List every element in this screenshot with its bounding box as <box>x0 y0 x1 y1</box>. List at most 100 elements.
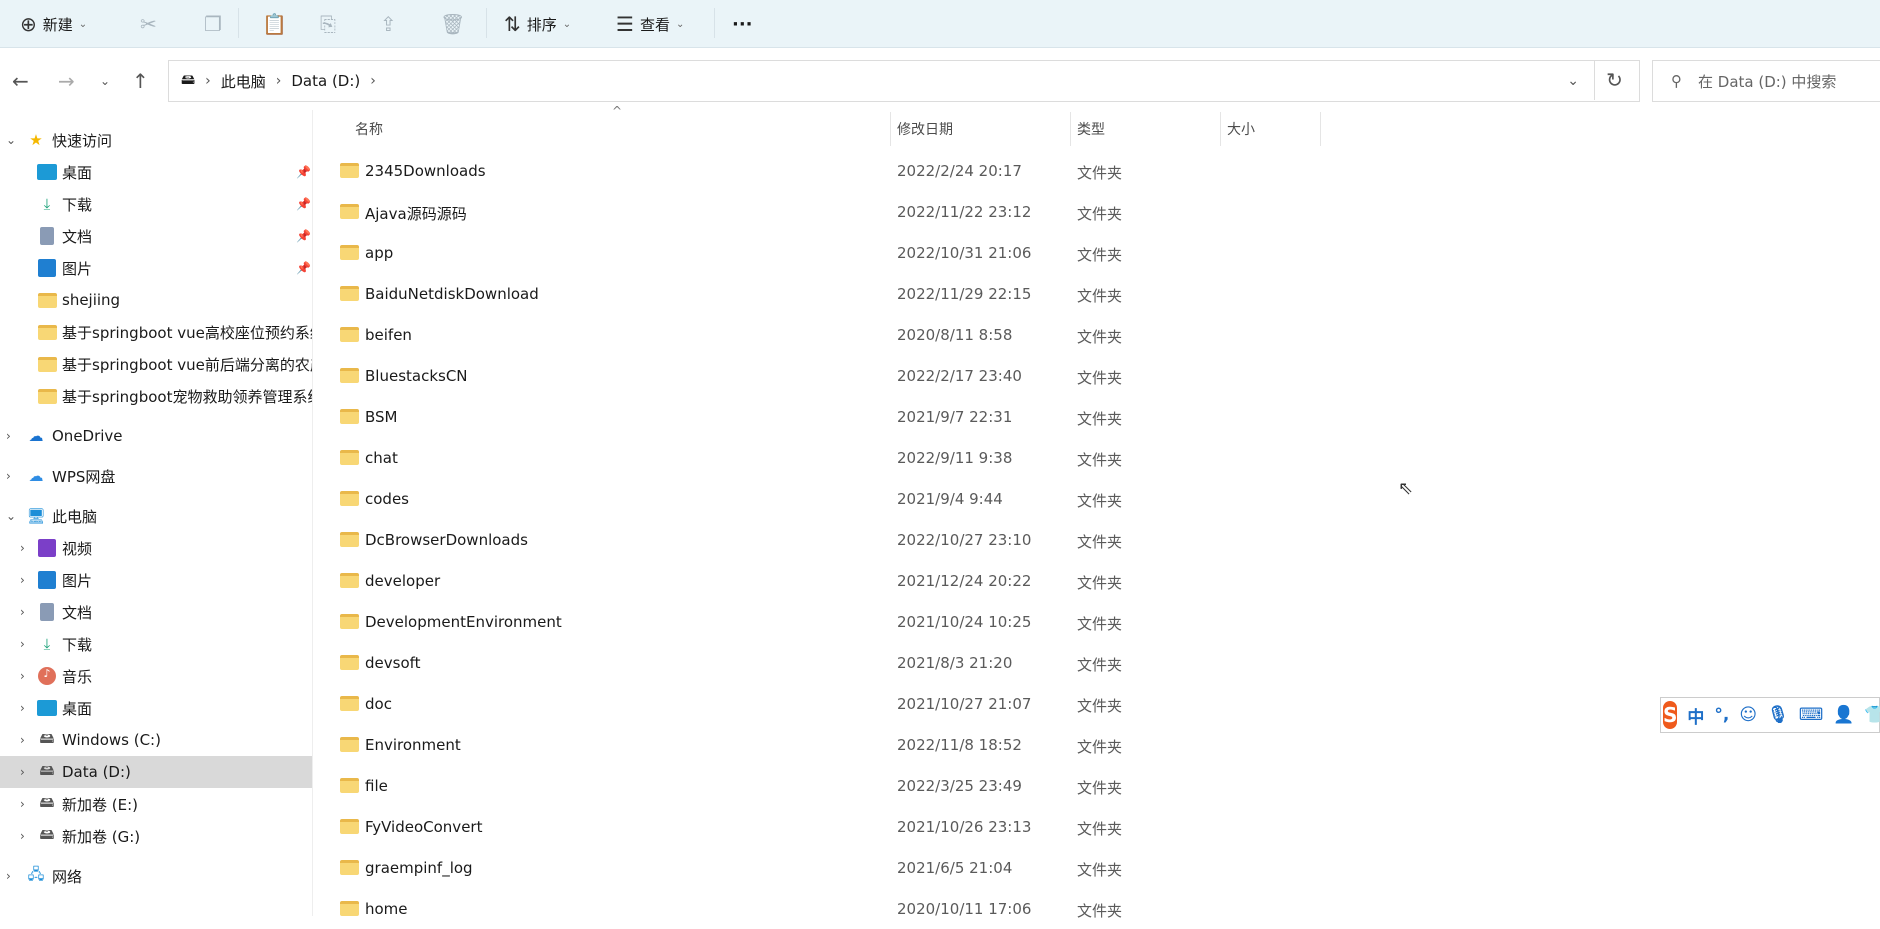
file-row[interactable]: graempinf_log 2021/6/5 21:04 文件夹 <box>330 847 1330 888</box>
breadcrumb-this-pc[interactable]: 此电脑 <box>221 71 266 92</box>
folder-icon <box>37 324 57 340</box>
chevron-right-icon[interactable]: › <box>20 541 25 555</box>
chevron-right-icon[interactable]: › <box>20 637 25 651</box>
sidebar-item-drive-e[interactable]: › 🖴 新加卷 (E:) <box>0 788 312 820</box>
sidebar-item-folder[interactable]: 基于springboot宠物救助领养管理系统 <box>0 380 312 412</box>
file-row[interactable]: BaiduNetdiskDownload 2022/11/29 22:15 文件… <box>330 273 1330 314</box>
pin-icon[interactable]: 📌 <box>296 197 311 211</box>
column-divider[interactable] <box>890 112 891 146</box>
sidebar-this-pc[interactable]: ⌄ 🖥 此电脑 <box>0 500 312 532</box>
sidebar-item-videos[interactable]: › 视频 <box>0 532 312 564</box>
sidebar-item-documents[interactable]: › 文档 <box>0 596 312 628</box>
chevron-right-icon[interactable]: › <box>20 669 25 683</box>
column-header-date[interactable]: 修改日期 <box>897 112 953 146</box>
sidebar-wps-drive[interactable]: › ☁ WPS网盘 <box>0 460 312 492</box>
search-input[interactable]: ⚲ 在 Data (D:) 中搜索 <box>1652 60 1880 102</box>
rename-button[interactable]: ⎘ <box>320 8 336 40</box>
chevron-right-icon[interactable]: › <box>6 469 11 483</box>
sidebar-item-drive-g[interactable]: › 🖴 新加卷 (G:) <box>0 820 312 852</box>
file-row[interactable]: chat 2022/9/11 9:38 文件夹 <box>330 437 1330 478</box>
pin-icon[interactable]: 📌 <box>296 261 311 275</box>
ime-mode-toggle[interactable]: 中 <box>1687 703 1704 728</box>
file-row[interactable]: devsoft 2021/8/3 21:20 文件夹 <box>330 642 1330 683</box>
back-button[interactable]: ← <box>12 60 29 102</box>
file-row[interactable]: home 2020/10/11 17:06 文件夹 <box>330 888 1330 929</box>
copy-button[interactable]: ❐ <box>204 8 222 40</box>
column-divider[interactable] <box>1220 112 1221 146</box>
file-row[interactable]: FyVideoConvert 2021/10/26 23:13 文件夹 <box>330 806 1330 847</box>
file-row[interactable]: codes 2021/9/4 9:44 文件夹 <box>330 478 1330 519</box>
breadcrumb-data-d[interactable]: Data (D:) <box>291 72 360 90</box>
file-row[interactable]: BluestacksCN 2022/2/17 23:40 文件夹 <box>330 355 1330 396</box>
file-row[interactable]: beifen 2020/8/11 8:58 文件夹 <box>330 314 1330 355</box>
sidebar-item-music[interactable]: › ♪ 音乐 <box>0 660 312 692</box>
delete-button[interactable]: 🗑 <box>440 8 465 40</box>
sidebar-item-pictures[interactable]: › 图片 <box>0 564 312 596</box>
column-header-size[interactable]: 大小 <box>1227 112 1255 146</box>
pane-divider[interactable] <box>312 110 313 916</box>
file-row[interactable]: DevelopmentEnvironment 2021/10/24 10:25 … <box>330 601 1330 642</box>
chevron-down-icon[interactable]: ⌄ <box>6 509 16 523</box>
sidebar-item-desktop[interactable]: › 桌面 <box>0 692 312 724</box>
refresh-button[interactable]: ↻ <box>1594 60 1634 100</box>
sidebar-item-drive-d[interactable]: › 🖴 Data (D:) <box>0 756 312 788</box>
column-header-name[interactable]: 名称 <box>355 112 383 146</box>
sidebar-item-folder[interactable]: 基于springboot vue前后端分离的农产 <box>0 348 312 380</box>
sidebar-item-pictures[interactable]: 图片 📌 <box>0 252 312 284</box>
sort-button[interactable]: ⇅ 排序 ⌄ <box>504 8 571 40</box>
chevron-right-icon[interactable]: › <box>20 573 25 587</box>
view-button[interactable]: ☰ 查看 ⌄ <box>616 8 684 40</box>
emoji-icon[interactable]: ☺ <box>1739 705 1757 725</box>
sidebar-onedrive[interactable]: › ☁ OneDrive <box>0 420 312 452</box>
chevron-right-icon[interactable]: › <box>6 429 11 443</box>
column-divider[interactable] <box>1070 112 1071 146</box>
chevron-right-icon[interactable]: › <box>20 701 25 715</box>
chevron-right-icon[interactable]: › <box>20 797 25 811</box>
keyboard-icon[interactable]: ⌨ <box>1799 705 1824 725</box>
address-bar[interactable]: 🖴 › 此电脑 › Data (D:) › ⌄ <box>168 60 1640 102</box>
file-row[interactable]: app 2022/10/31 21:06 文件夹 <box>330 232 1330 273</box>
file-row[interactable]: Environment 2022/11/8 18:52 文件夹 <box>330 724 1330 765</box>
chevron-right-icon[interactable]: › <box>20 829 25 843</box>
chevron-right-icon[interactable]: › <box>20 765 25 779</box>
sidebar-item-downloads[interactable]: ⤓ 下载 📌 <box>0 188 312 220</box>
recent-locations-button[interactable]: ⌄ <box>100 60 110 102</box>
ime-toolbar[interactable]: S 中 °, ☺ 🎙 ⌨ 👤 👕 <box>1660 697 1880 733</box>
file-row[interactable]: DcBrowserDownloads 2022/10/27 23:10 文件夹 <box>330 519 1330 560</box>
skin-icon[interactable]: 👕 <box>1864 705 1880 725</box>
file-row[interactable]: BSM 2021/9/7 22:31 文件夹 <box>330 396 1330 437</box>
chevron-right-icon[interactable]: › <box>6 869 11 883</box>
column-header-type[interactable]: 类型 <box>1077 112 1105 146</box>
file-row[interactable]: 2345Downloads 2022/2/24 20:17 文件夹 <box>330 150 1330 191</box>
file-row[interactable]: developer 2021/12/24 20:22 文件夹 <box>330 560 1330 601</box>
user-icon[interactable]: 👤 <box>1833 705 1854 725</box>
share-button[interactable]: ⇪ <box>380 8 397 40</box>
sidebar-item-folder[interactable]: shejiing <box>0 284 312 316</box>
more-button[interactable]: ··· <box>732 8 753 40</box>
address-history-dropdown[interactable]: ⌄ <box>1567 73 1579 89</box>
file-row[interactable]: file 2022/3/25 23:49 文件夹 <box>330 765 1330 806</box>
chevron-down-icon[interactable]: ⌄ <box>6 133 16 147</box>
sidebar-item-downloads[interactable]: › ⤓ 下载 <box>0 628 312 660</box>
sogou-logo[interactable]: S <box>1663 701 1678 729</box>
sidebar-item-folder[interactable]: 基于springboot vue高校座位预约系统 <box>0 316 312 348</box>
chevron-right-icon[interactable]: › <box>20 733 25 747</box>
sidebar-network[interactable]: › 🖧 网络 <box>0 860 312 892</box>
forward-button[interactable]: → <box>58 60 75 102</box>
file-row[interactable]: Ajava源码源码 2022/11/22 23:12 文件夹 <box>330 191 1330 232</box>
microphone-icon[interactable]: 🎙 <box>1767 705 1789 725</box>
pin-icon[interactable]: 📌 <box>296 165 311 179</box>
file-row[interactable]: doc 2021/10/27 21:07 文件夹 <box>330 683 1330 724</box>
new-button[interactable]: ⊕ 新建 ⌄ <box>20 8 87 40</box>
pin-icon[interactable]: 📌 <box>296 229 311 243</box>
sidebar-item-drive-c[interactable]: › 🖴 Windows (C:) <box>0 724 312 756</box>
sidebar-quick-access[interactable]: ⌄ ★ 快速访问 <box>0 124 312 156</box>
column-divider[interactable] <box>1320 112 1321 146</box>
ime-punctuation-toggle[interactable]: °, <box>1714 705 1729 725</box>
cut-button[interactable]: ✂ <box>140 8 157 40</box>
up-button[interactable]: ↑ <box>132 60 149 102</box>
chevron-right-icon[interactable]: › <box>20 605 25 619</box>
paste-button[interactable]: 📋 <box>262 8 287 40</box>
sidebar-item-documents[interactable]: 文档 📌 <box>0 220 312 252</box>
sidebar-item-desktop[interactable]: 桌面 📌 <box>0 156 312 188</box>
